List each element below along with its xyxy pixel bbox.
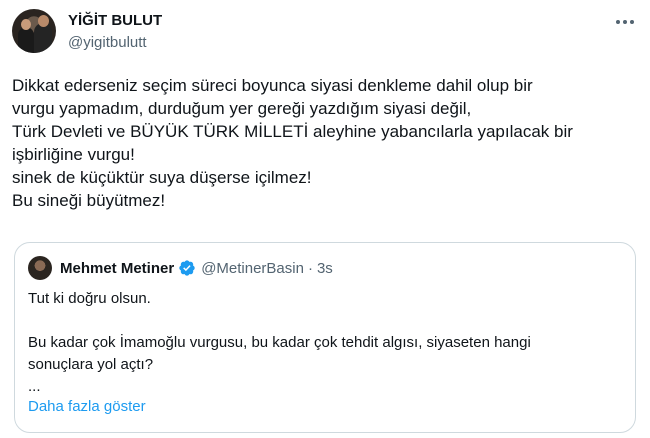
separator-dot: · bbox=[307, 259, 313, 277]
avatar-face-right bbox=[38, 15, 49, 27]
quoted-author-avatar[interactable] bbox=[28, 256, 52, 280]
quoted-tweet-text: Tut ki doğru olsun. Bu kadar çok İmamoğl… bbox=[28, 288, 624, 398]
tweet-text-line: Türk Devleti ve BÜYÜK TÜRK MİLLETİ aleyh… bbox=[12, 122, 573, 141]
avatar-figure-right bbox=[34, 23, 52, 53]
show-more-link[interactable]: Daha fazla göster bbox=[28, 398, 146, 415]
quoted-text-line: Bu kadar çok İmamoğlu vurgusu, bu kadar … bbox=[28, 334, 531, 351]
quoted-author-handle[interactable]: @MetinerBasin bbox=[201, 260, 304, 277]
quoted-text-line: sonuçlara yol açtı? bbox=[28, 356, 154, 373]
tweet-card: YİĞİT BULUT @yigitbulutt Dikkat ederseni… bbox=[0, 0, 650, 438]
quoted-tweet-header: Mehmet Metiner @MetinerBasin · 3s bbox=[60, 259, 333, 277]
author-avatar[interactable] bbox=[12, 9, 56, 53]
author-display-name[interactable]: YİĞİT BULUT bbox=[68, 12, 162, 29]
more-options-icon[interactable] bbox=[612, 12, 638, 32]
tweet-text-line: sinek de küçüktür suya düşerse içilmez! bbox=[12, 168, 312, 187]
more-dot bbox=[616, 20, 620, 24]
more-dot bbox=[630, 20, 634, 24]
avatar-face-left bbox=[21, 19, 31, 30]
quoted-timestamp[interactable]: 3s bbox=[317, 260, 333, 277]
quoted-text-line bbox=[28, 310, 624, 332]
tweet-text-line: işbirliğine vurgu! bbox=[12, 145, 135, 164]
quoted-author-name[interactable]: Mehmet Metiner bbox=[60, 260, 174, 277]
tweet-text: Dikkat ederseniz seçim süreci boyunca si… bbox=[12, 74, 632, 212]
quoted-tweet[interactable]: Mehmet Metiner @MetinerBasin · 3s Tut ki… bbox=[14, 242, 636, 433]
avatar-figure-left bbox=[18, 27, 34, 53]
tweet-text-line: Bu sineği büyütmez! bbox=[12, 191, 166, 210]
tweet-text-line: vurgu yapmadım, durduğum yer gereği yazd… bbox=[12, 99, 472, 118]
more-dot bbox=[623, 20, 627, 24]
quoted-text-line: ... bbox=[28, 378, 41, 395]
tweet-text-line: Dikkat ederseniz seçim süreci boyunca si… bbox=[12, 76, 533, 95]
verified-badge-icon bbox=[179, 260, 195, 276]
author-handle[interactable]: @yigitbulutt bbox=[68, 34, 147, 51]
quoted-text-line: Tut ki doğru olsun. bbox=[28, 290, 151, 307]
